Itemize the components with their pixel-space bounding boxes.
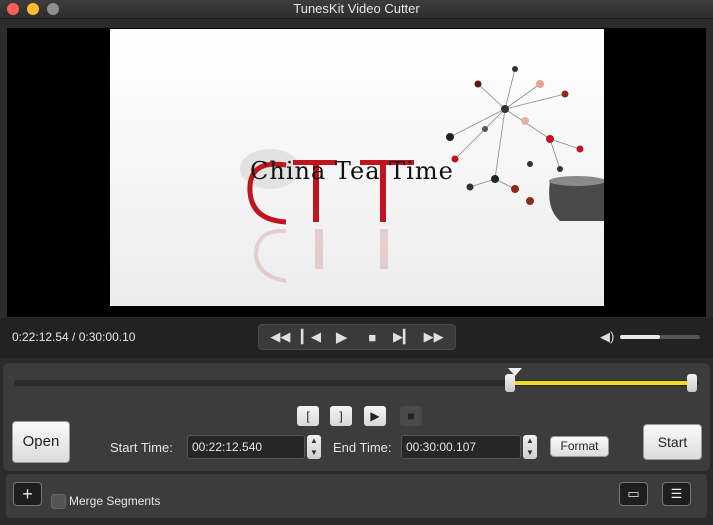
set-start-bracket-button[interactable]: [ [297, 406, 319, 426]
transport-controls: ◀◀ ▎◀ ▶ ■ ▶▎ ▶▶ [258, 324, 456, 350]
range-end-handle[interactable] [687, 374, 697, 392]
start-time-stepper[interactable]: ▲ ▼ [307, 435, 321, 459]
edit-list-icon[interactable]: ☰ [662, 482, 691, 506]
add-icon[interactable]: + [13, 482, 42, 506]
window-title: TunesKit Video Cutter [293, 1, 420, 16]
end-time-stepper[interactable]: ▲ ▼ [523, 435, 537, 459]
open-button[interactable]: Open [12, 421, 70, 463]
start-time-label: Start Time: [110, 440, 173, 455]
start-time-field[interactable] [187, 435, 305, 459]
play-icon[interactable]: ▶ [331, 328, 353, 346]
end-time-field[interactable] [401, 435, 521, 459]
volume-icon[interactable]: ◀) [600, 329, 614, 345]
playhead-marker[interactable] [508, 368, 522, 376]
output-folder-icon[interactable]: ▭ [619, 482, 648, 506]
step-back-icon[interactable]: ▎◀ [300, 329, 322, 345]
step-forward-icon[interactable]: ▶▎ [392, 329, 414, 345]
range-start-handle[interactable] [505, 374, 515, 392]
set-end-bracket-button[interactable]: ] [330, 406, 352, 426]
format-button[interactable]: Format [550, 436, 609, 457]
merge-segments-checkbox[interactable] [51, 494, 66, 509]
preview-segment-button[interactable]: ▶ [364, 406, 386, 426]
timecode-display: 0:22:12.54 / 0:30:00.10 [12, 330, 136, 344]
merge-segments-label: Merge Segments [69, 494, 161, 508]
end-time-label: End Time: [333, 440, 392, 455]
video-frame: China Tea Time [110, 29, 604, 306]
stop-icon[interactable]: ■ [361, 330, 383, 345]
skip-back-icon[interactable]: ◀◀ [269, 329, 291, 345]
volume-level [620, 335, 660, 339]
start-button[interactable]: Start [643, 424, 702, 460]
video-title-overlay: China Tea Time [250, 157, 454, 185]
stop-segment-button[interactable]: ■ [400, 406, 422, 426]
skip-forward-icon[interactable]: ▶▶ [423, 329, 445, 345]
selected-range [510, 381, 692, 385]
